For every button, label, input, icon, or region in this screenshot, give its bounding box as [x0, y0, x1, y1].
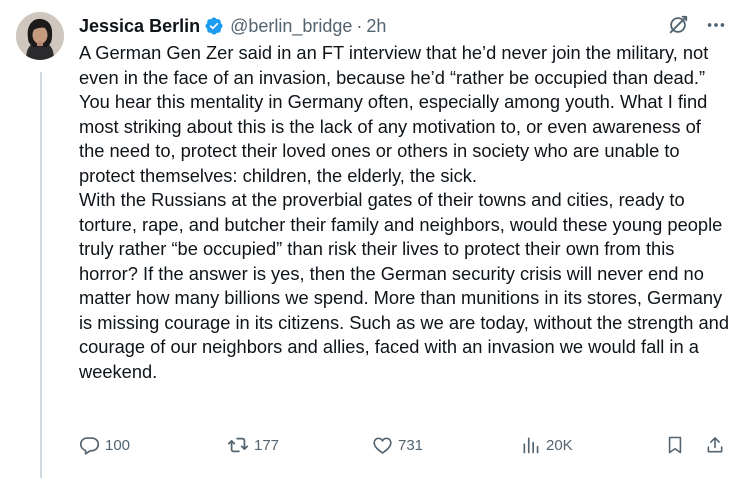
timestamp[interactable]: 2h	[366, 16, 386, 37]
thread-line	[40, 72, 42, 478]
author-handle[interactable]: @berlin_bridge	[230, 16, 352, 37]
share-button[interactable]	[705, 432, 725, 458]
reply-count: 100	[105, 436, 131, 454]
share-icon	[705, 435, 725, 455]
repost-count: 177	[254, 436, 280, 454]
heart-icon	[372, 435, 393, 456]
avatar[interactable]	[16, 12, 64, 60]
repost-icon	[227, 434, 249, 456]
tweet-text: A German Gen Zer said in an FT interview…	[79, 41, 729, 384]
tweet-action-bar: 100 177 731 20K	[79, 432, 729, 458]
tweet-paragraph: You hear this mentality in Germany often…	[79, 91, 708, 186]
bookmark-button[interactable]	[665, 432, 685, 458]
verified-badge-icon	[204, 16, 224, 36]
separator-dot: ·	[356, 15, 363, 36]
repost-button[interactable]: 177	[227, 432, 279, 458]
tweet-paragraph: A German Gen Zer said in an FT interview…	[79, 42, 709, 88]
more-options-icon[interactable]	[705, 14, 727, 36]
tweet: Jessica Berlin @berlin_bridge · 2h A Ger…	[0, 0, 737, 478]
grok-icon[interactable]	[667, 14, 689, 36]
views-count: 20K	[546, 436, 573, 454]
tweet-header: Jessica Berlin @berlin_bridge · 2h	[79, 14, 386, 38]
views-icon	[521, 435, 541, 455]
author-name[interactable]: Jessica Berlin	[79, 16, 200, 37]
reply-icon	[79, 435, 100, 456]
reply-button[interactable]: 100	[79, 432, 130, 458]
like-button[interactable]: 731	[372, 432, 423, 458]
views-button[interactable]: 20K	[521, 432, 573, 458]
tweet-top-actions	[667, 14, 727, 36]
bookmark-icon	[665, 435, 685, 455]
like-count: 731	[398, 436, 424, 454]
tweet-paragraph: With the Russians at the proverbial gate…	[79, 189, 729, 382]
